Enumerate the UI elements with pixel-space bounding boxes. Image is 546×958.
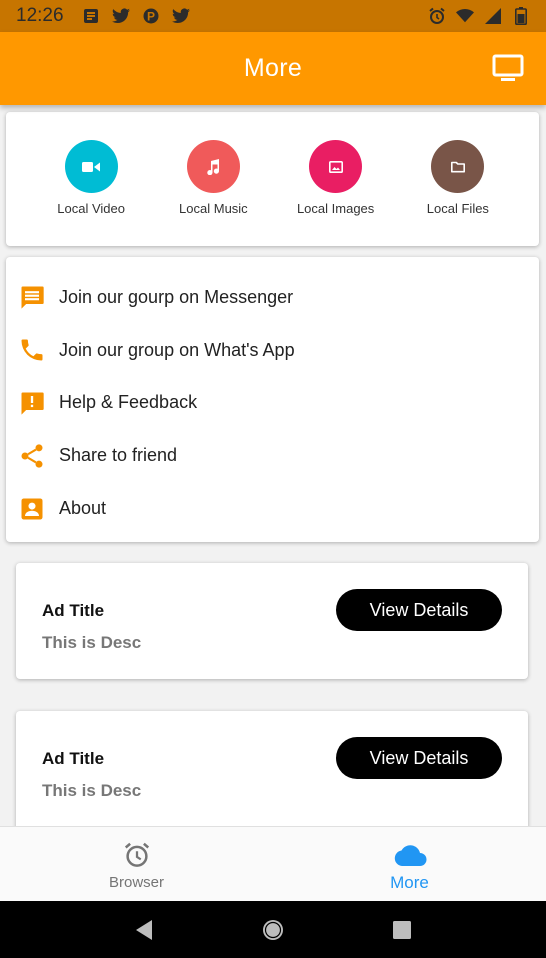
share-icon xyxy=(18,442,46,470)
ad-description: This is Desc xyxy=(42,633,142,652)
menu-item-messenger[interactable]: Join our gourp on Messenger xyxy=(6,271,539,324)
wifi-icon xyxy=(456,7,474,25)
alarm-clock-icon xyxy=(120,839,154,871)
view-details-button[interactable]: View Details xyxy=(336,737,502,779)
nav-item-more[interactable]: More xyxy=(273,827,546,901)
cast-icon[interactable] xyxy=(492,54,524,82)
local-video-button[interactable]: Local Video xyxy=(36,140,146,216)
battery-icon xyxy=(512,7,530,25)
twitter-icon xyxy=(111,7,130,25)
notification-icons: P xyxy=(82,7,190,25)
folder-icon xyxy=(431,140,485,193)
status-bar: 12:26 P xyxy=(0,0,546,32)
status-time: 12:26 xyxy=(16,5,64,26)
pinterest-icon: P xyxy=(142,7,160,25)
cloud-icon xyxy=(393,839,427,871)
menu-card: Join our gourp on Messenger Join our gro… xyxy=(6,257,539,542)
nav-label: Browser xyxy=(108,874,164,891)
ad-description: This is Desc xyxy=(42,781,142,800)
local-images-button[interactable]: Local Images xyxy=(281,140,391,216)
menu-item-label: Share to friend xyxy=(59,445,178,466)
notes-icon xyxy=(82,7,100,25)
quick-access-card: Local Video Local Music Local Images Loc… xyxy=(6,112,539,246)
app-bar: More xyxy=(0,32,546,105)
menu-item-label: Help & Feedback xyxy=(59,392,198,413)
svg-text:P: P xyxy=(147,10,155,24)
quick-label: Local Files xyxy=(426,201,489,216)
local-files-button[interactable]: Local Files xyxy=(403,140,513,216)
quick-label: Local Images xyxy=(296,201,375,216)
alarm-icon xyxy=(428,7,446,25)
nav-item-browser[interactable]: Browser xyxy=(0,827,273,901)
quick-label: Local Video xyxy=(57,201,125,216)
bottom-navigation: Browser More xyxy=(0,826,546,901)
system-status-icons xyxy=(428,7,530,25)
account-box-icon xyxy=(18,495,46,523)
back-icon[interactable] xyxy=(132,918,156,942)
view-details-button[interactable]: View Details xyxy=(336,589,502,631)
ad-title: Ad Title xyxy=(42,749,105,768)
menu-item-help-feedback[interactable]: Help & Feedback xyxy=(6,377,539,430)
menu-item-share[interactable]: Share to friend xyxy=(6,429,539,482)
menu-item-about[interactable]: About xyxy=(6,482,539,535)
image-icon xyxy=(309,140,363,193)
music-icon xyxy=(186,140,240,193)
twitter-icon xyxy=(171,7,190,25)
local-music-button[interactable]: Local Music xyxy=(158,140,268,216)
menu-item-whatsapp[interactable]: Join our group on What's App xyxy=(6,324,539,377)
page-title: More xyxy=(243,54,303,82)
quick-label: Local Music xyxy=(179,201,248,216)
ad-card: Ad Title This is Desc View Details xyxy=(16,711,528,841)
nav-label: More xyxy=(390,873,429,892)
menu-item-label: About xyxy=(59,498,107,519)
phone-icon xyxy=(18,336,46,364)
feedback-icon xyxy=(18,389,46,417)
recents-icon[interactable] xyxy=(390,918,414,942)
video-icon xyxy=(64,140,118,193)
ad-card: Ad Title This is Desc View Details xyxy=(16,563,528,679)
ad-title: Ad Title xyxy=(42,601,105,620)
menu-item-label: Join our gourp on Messenger xyxy=(59,286,294,307)
message-icon xyxy=(18,283,46,311)
menu-item-label: Join our group on What's App xyxy=(59,339,295,360)
system-navigation-bar xyxy=(0,901,546,958)
home-icon[interactable] xyxy=(261,918,285,942)
signal-icon xyxy=(484,7,502,25)
